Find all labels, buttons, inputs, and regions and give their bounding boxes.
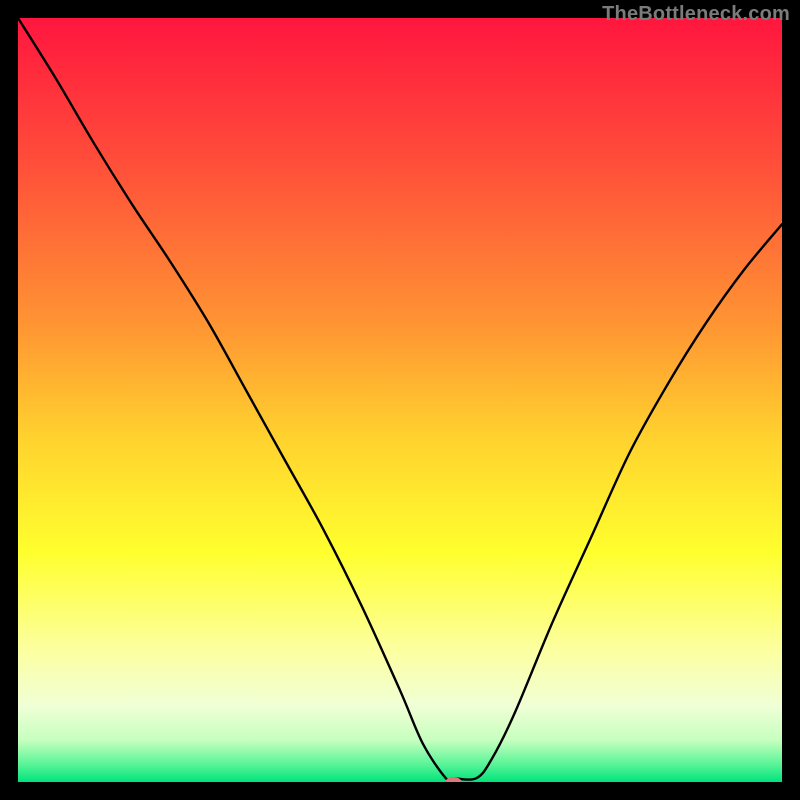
watermark-text: TheBottleneck.com — [602, 3, 790, 26]
plot-area — [18, 18, 782, 782]
bottleneck-chart — [18, 18, 782, 782]
chart-frame: TheBottleneck.com — [0, 0, 800, 800]
gradient-background — [18, 18, 782, 782]
